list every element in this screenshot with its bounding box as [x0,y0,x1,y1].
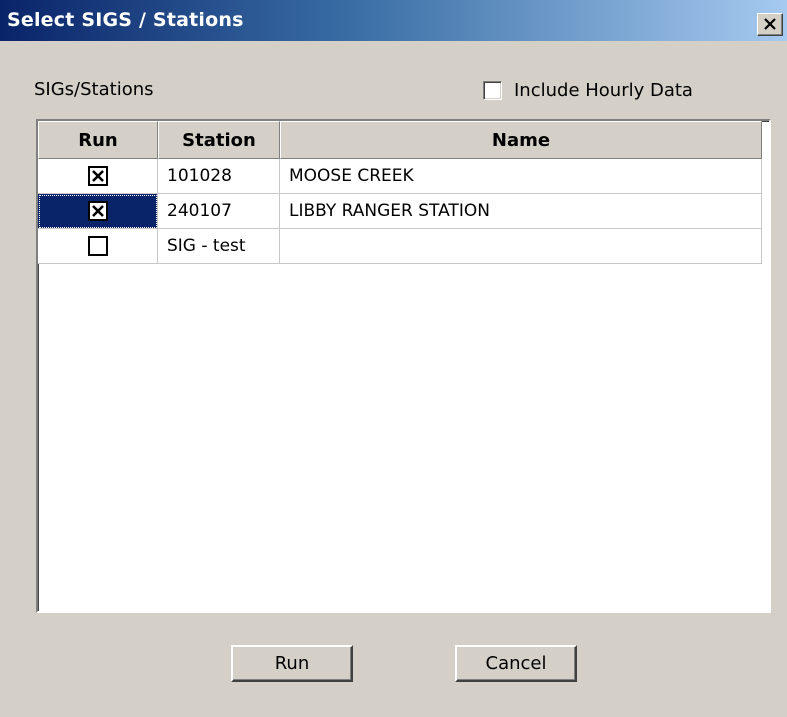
run-cell[interactable] [38,159,158,194]
run-checkbox[interactable] [87,166,108,186]
run-checkbox[interactable] [87,236,108,256]
include-hourly-option[interactable]: Include Hourly Data [483,78,693,102]
table-row[interactable]: 101028 MOOSE CREEK [38,159,769,194]
run-cell[interactable] [38,194,158,229]
close-button[interactable] [757,13,783,36]
name-cell[interactable]: MOOSE CREEK [280,159,762,194]
grid-header: Run Station Name [38,121,769,159]
close-icon [764,18,776,30]
station-cell[interactable]: SIG - test [158,229,280,264]
check-x-icon [91,170,104,182]
table-row[interactable]: SIG - test [38,229,769,264]
name-cell[interactable]: LIBBY RANGER STATION [280,194,762,229]
name-cell[interactable] [280,229,762,264]
column-header-name[interactable]: Name [280,121,762,159]
title-bar: Select SIGS / Stations [0,0,787,41]
grid-body: 101028 MOOSE CREEK 240107 LIBBY RANGER STAT… [38,159,769,264]
column-header-station[interactable]: Station [158,121,280,159]
check-x-icon [91,205,104,217]
station-cell[interactable]: 101028 [158,159,280,194]
run-cell[interactable] [38,229,158,264]
section-label: SIGs/Stations [34,79,154,100]
include-hourly-label: Include Hourly Data [514,79,693,101]
include-hourly-checkbox[interactable] [483,80,502,100]
station-cell[interactable]: 240107 [158,194,280,229]
table-row[interactable]: 240107 LIBBY RANGER STATION [38,194,769,229]
window-title: Select SIGS / Stations [7,9,244,31]
column-header-run[interactable]: Run [38,121,158,159]
run-checkbox[interactable] [87,201,108,221]
run-button[interactable]: Run [231,645,353,682]
cancel-button[interactable]: Cancel [455,645,577,682]
stations-grid[interactable]: Run Station Name 101028 MOOSE CREEK 240107… [36,119,771,613]
